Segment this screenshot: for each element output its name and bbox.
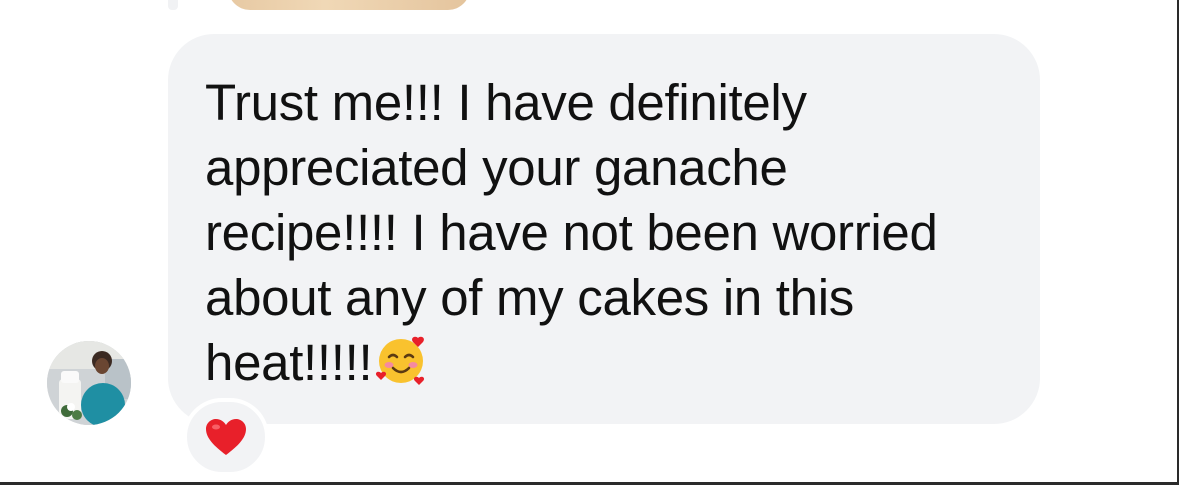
reaction-badge[interactable]	[183, 398, 269, 476]
message-line-3: recipe!!!! I have not been worried	[205, 204, 938, 261]
message-line-2: appreciated your ganache	[205, 139, 788, 196]
message-line-4: about any of my cakes in this	[205, 269, 854, 326]
message-line-1: Trust me!!! I have definitely	[205, 74, 807, 131]
red-heart-icon	[206, 419, 246, 455]
message-line-5: heat!!!!!	[205, 334, 373, 391]
avatar-photo	[47, 341, 131, 425]
previous-message-media[interactable]	[228, 0, 470, 10]
previous-bubble-edge	[168, 0, 178, 10]
message-text: Trust me!!! I have definitely appreciate…	[205, 70, 1004, 395]
smiling-face-with-hearts-icon	[374, 334, 428, 388]
avatar[interactable]	[47, 341, 131, 425]
message-bubble[interactable]: Trust me!!! I have definitely appreciate…	[168, 34, 1040, 424]
